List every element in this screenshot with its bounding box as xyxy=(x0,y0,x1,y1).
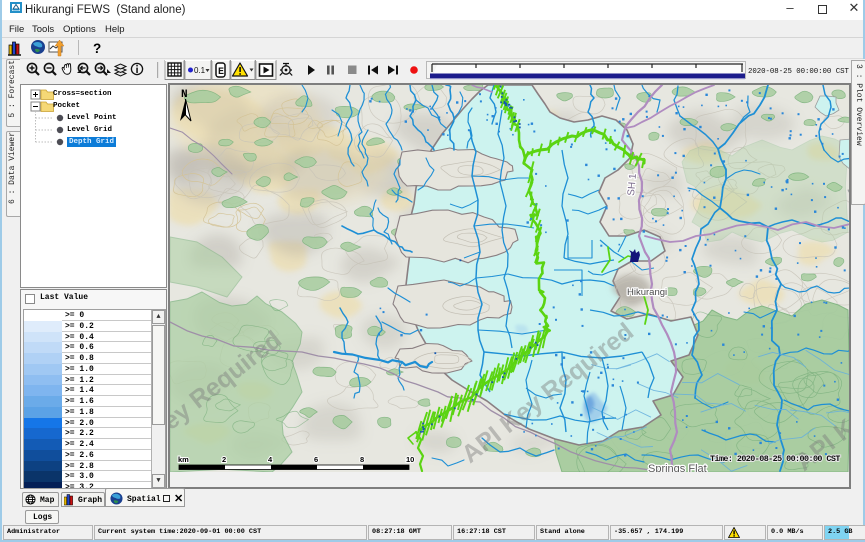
svg-text:N: N xyxy=(181,89,188,101)
svg-text:Hikurangi: Hikurangi xyxy=(627,287,667,298)
svg-text:10: 10 xyxy=(406,455,414,464)
svg-text:km: km xyxy=(178,455,189,464)
svg-text:2020-08-25 00:00:00 CST: 2020-08-25 00:00:00 CST xyxy=(748,68,849,76)
svg-text:6: 6 xyxy=(314,455,318,464)
svg-text:SH 1: SH 1 xyxy=(626,173,639,197)
svg-text:0.1: 0.1 xyxy=(194,66,206,75)
svg-text:E: E xyxy=(218,67,224,78)
svg-text:Time: 2020-08-25 00:00:00 CST: Time: 2020-08-25 00:00:00 CST xyxy=(710,454,840,464)
svg-text:?: ? xyxy=(93,41,101,56)
svg-text:Springs Flat: Springs Flat xyxy=(648,463,707,472)
svg-text:8: 8 xyxy=(360,455,364,464)
svg-text:2: 2 xyxy=(222,455,226,464)
